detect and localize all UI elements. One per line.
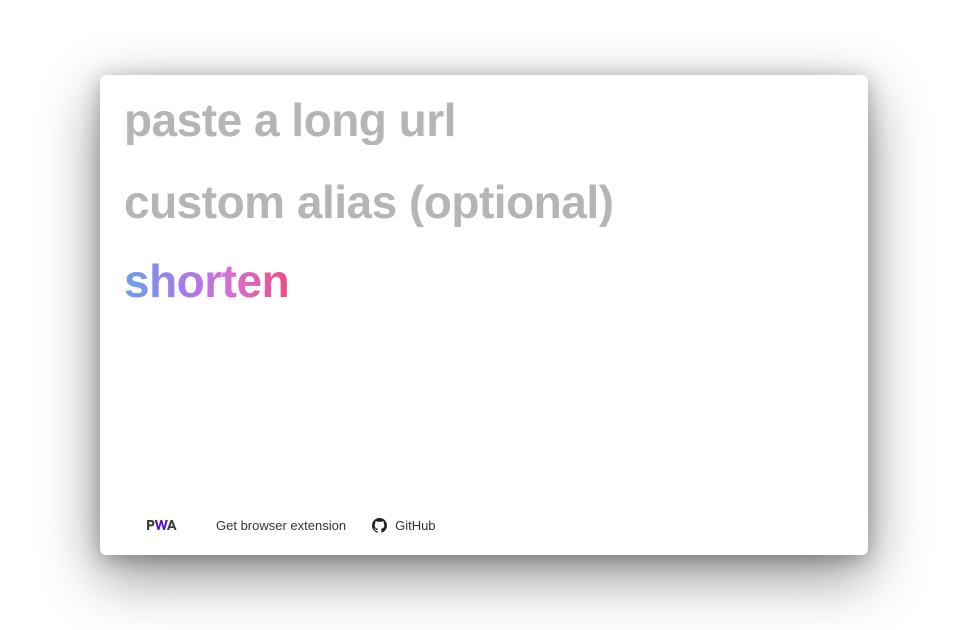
custom-alias-input[interactable]	[124, 177, 824, 227]
long-url-input[interactable]	[124, 95, 824, 145]
browser-extension-link[interactable]: Get browser extension	[216, 518, 346, 533]
pwa-logo-icon[interactable]	[146, 518, 180, 532]
shorten-button[interactable]: shorten	[124, 255, 290, 307]
github-label: GitHub	[395, 517, 436, 533]
github-icon	[372, 517, 388, 533]
github-link[interactable]: GitHub	[372, 517, 436, 533]
shortener-card: shorten Get browser extension GitHub	[100, 75, 868, 555]
pwa-logo-svg	[147, 520, 177, 530]
footer: Get browser extension GitHub	[146, 515, 436, 535]
